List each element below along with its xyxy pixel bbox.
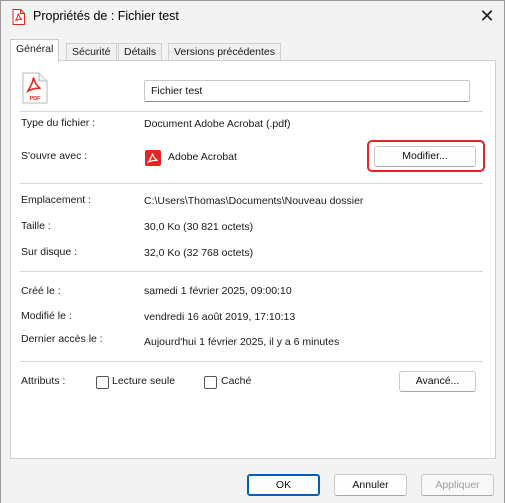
attributes-label: Attributs :	[21, 375, 66, 387]
accessed-value: Aujourd'hui 1 février 2025, il y a 6 min…	[144, 336, 340, 348]
opens-with-label: S'ouvre avec :	[21, 150, 88, 162]
title-bar: Propriétés de : Fichier test ✕	[1, 1, 504, 33]
created-label: Créé le :	[21, 285, 61, 297]
pdf-label: PDF	[30, 96, 42, 102]
tab-previous-versions[interactable]: Versions précédentes	[168, 43, 281, 61]
file-type-label: Type du fichier :	[21, 117, 96, 129]
ok-button[interactable]: OK	[247, 474, 320, 496]
size-on-disk-value: 32,0 Ko (32 768 octets)	[144, 247, 254, 259]
modified-value: vendredi 16 août 2019, 17:10:13	[144, 311, 296, 323]
pdf-file-icon	[12, 9, 25, 25]
change-button[interactable]: Modifier...	[374, 146, 476, 167]
modified-label: Modifié le :	[21, 310, 72, 322]
hidden-checkbox[interactable]	[204, 376, 217, 389]
file-type-value: Document Adobe Acrobat (.pdf)	[144, 118, 291, 130]
tab-general[interactable]: Général	[10, 39, 60, 62]
close-icon: ✕	[479, 6, 495, 26]
file-name-input[interactable]	[144, 80, 470, 102]
general-panel: PDF Type du fichier : Document Adobe Acr…	[10, 60, 496, 459]
window-title: Propriétés de : Fichier test	[33, 9, 179, 23]
properties-dialog: Propriétés de : Fichier test ✕ Général S…	[0, 0, 505, 503]
hidden-label[interactable]: Caché	[221, 375, 251, 387]
size-label: Taille :	[21, 220, 51, 232]
tab-security[interactable]: Sécurité	[66, 43, 117, 61]
size-on-disk-label: Sur disque :	[21, 246, 78, 258]
divider	[20, 111, 483, 112]
tab-details[interactable]: Détails	[118, 43, 163, 61]
size-value: 30,0 Ko (30 821 octets)	[144, 221, 254, 233]
opens-with-value: Adobe Acrobat	[168, 151, 237, 163]
pdf-document-icon: PDF	[22, 72, 48, 104]
acrobat-icon	[145, 150, 161, 166]
location-value: C:\Users\Thomas\Documents\Nouveau dossie…	[144, 195, 364, 207]
cancel-button[interactable]: Annuler	[334, 474, 407, 496]
advanced-button[interactable]: Avancé...	[399, 371, 476, 392]
close-button[interactable]: ✕	[474, 4, 500, 28]
accessed-label: Dernier accès le :	[21, 333, 103, 345]
apply-button[interactable]: Appliquer	[421, 474, 494, 496]
divider	[20, 183, 483, 184]
divider	[20, 271, 483, 272]
button-bar: OK Annuler Appliquer	[1, 463, 504, 503]
location-label: Emplacement :	[21, 194, 92, 206]
divider	[20, 361, 483, 362]
readonly-label[interactable]: Lecture seule	[112, 375, 175, 387]
readonly-checkbox[interactable]	[96, 376, 109, 389]
created-value: samedi 1 février 2025, 09:00:10	[144, 285, 292, 297]
